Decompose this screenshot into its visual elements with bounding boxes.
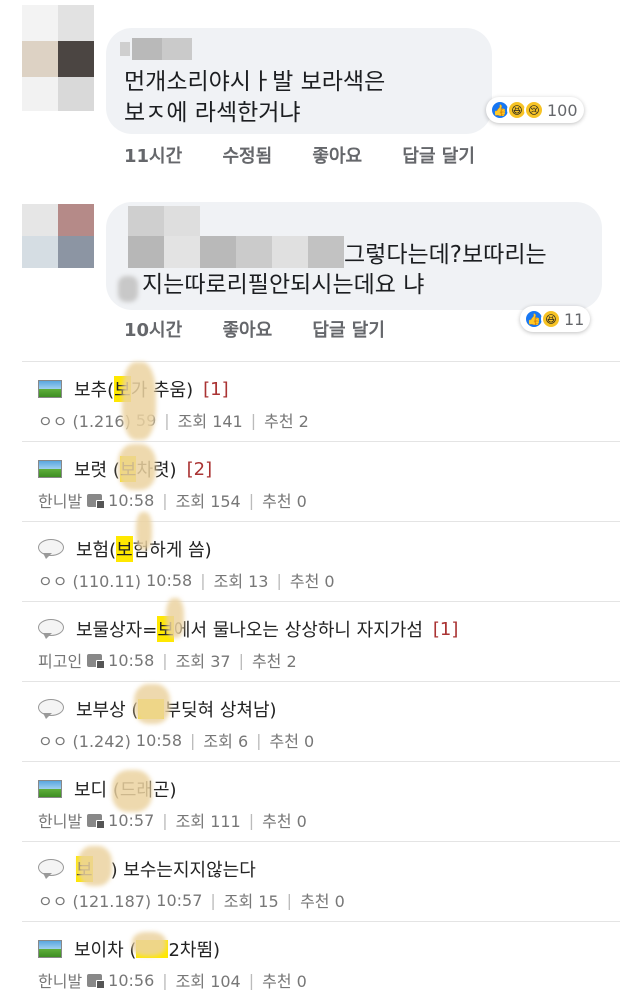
divider xyxy=(22,921,620,922)
post-recommend: 추천 0 xyxy=(262,812,307,831)
post-views: 조회 111 xyxy=(175,812,241,831)
post-recommend: 추천 0 xyxy=(269,732,315,751)
post-title-text[interactable]: 보험( xyxy=(76,536,116,562)
comment-actions: 11시간 수정됨 좋아요 답글 달기 xyxy=(124,142,509,168)
comment-time: 10시간 xyxy=(124,320,183,341)
post-recommend: 추천 0 xyxy=(289,572,335,591)
blurred-name[interactable] xyxy=(128,206,344,268)
sad-icon: 😢 xyxy=(524,100,544,120)
commenter-name[interactable] xyxy=(120,38,192,60)
smudge-overlay xyxy=(134,684,170,724)
post-title-text[interactable]: 보부상 ( xyxy=(76,696,138,722)
smudge-overlay xyxy=(122,362,156,440)
comment-count[interactable]: [2] xyxy=(187,459,213,480)
reaction-count: 11 xyxy=(564,309,585,329)
smudge-overlay xyxy=(166,598,184,638)
image-icon xyxy=(38,780,62,798)
smudge-overlay xyxy=(118,444,156,490)
post-title-rest[interactable]: 에서 물나오는 상상하니 자지가섬 xyxy=(174,616,423,642)
post-author: 한니발 xyxy=(38,492,83,511)
edited-label: 수정됨 xyxy=(222,146,273,167)
member-icon xyxy=(87,653,106,669)
image-icon xyxy=(38,940,62,958)
comment-text-line2: 보ㅈ에 라섹한거냐 xyxy=(124,100,301,126)
post-time: 10:56 xyxy=(108,970,155,990)
post-views: 조회 13 xyxy=(213,572,269,591)
divider xyxy=(22,681,620,682)
reply-button[interactable]: 답글 달기 xyxy=(402,146,475,167)
divider xyxy=(22,521,620,522)
smudge-overlay xyxy=(132,932,166,956)
post-time: 10:57 xyxy=(156,890,203,910)
speech-bubble-icon xyxy=(38,619,64,639)
comment-actions: 10시간 좋아요 답글 달기 xyxy=(124,316,419,342)
reaction-summary[interactable]: 👍 😆 11 xyxy=(520,306,591,332)
post-time: 10:58 xyxy=(146,570,193,590)
divider xyxy=(22,601,620,602)
speech-bubble-icon xyxy=(38,539,64,559)
comment-text-line1: 그렇다는데?보따리는 xyxy=(344,242,547,268)
post-recommend: 추천 0 xyxy=(300,892,345,911)
post-title-text[interactable]: 보렷 ( xyxy=(74,456,120,482)
post-title-text[interactable]: 보추( xyxy=(74,376,114,402)
post-author: 한니발 xyxy=(38,812,83,831)
post-time: 10:58 xyxy=(108,490,155,510)
post-time: 10:58 xyxy=(108,650,155,670)
post-recommend: 추천 0 xyxy=(262,972,307,991)
post-author: ㅇㅇ (121.187) xyxy=(38,892,152,911)
blurred-fragment xyxy=(118,276,138,302)
post-time: 10:58 xyxy=(135,730,183,750)
smudge-overlay xyxy=(78,846,112,886)
post-views: 조회 37 xyxy=(175,652,231,671)
comment-count[interactable]: [1] xyxy=(433,619,459,640)
divider xyxy=(22,841,620,842)
comment-count[interactable]: [1] xyxy=(203,379,229,400)
comment-time: 11시간 xyxy=(124,146,183,167)
comment-text-line2: 지는따로리필안되시는데요 냐 xyxy=(142,272,425,298)
post-views: 조회 141 xyxy=(177,412,243,431)
reaction-count: 100 xyxy=(547,100,578,120)
post-recommend: 추천 0 xyxy=(262,492,307,511)
image-icon xyxy=(38,460,62,478)
like-button[interactable]: 좋아요 xyxy=(312,146,362,167)
highlighted-text: 보 xyxy=(116,536,133,562)
smudge-overlay xyxy=(112,770,152,812)
post-title-rest[interactable]: ) 보수는지지않는다 xyxy=(111,856,256,882)
post-views: 조회 104 xyxy=(175,972,241,991)
smudge-overlay xyxy=(136,512,152,550)
post-title-rest[interactable]: 2차뜀) xyxy=(168,936,220,962)
post-author: 피고인 xyxy=(38,652,83,671)
image-icon xyxy=(38,380,62,398)
like-button[interactable]: 좋아요 xyxy=(222,320,272,341)
post-title-rest[interactable]: 부딪혀 상쳐남) xyxy=(164,696,276,722)
post-author: ㅇㅇ (1.216) xyxy=(38,412,131,431)
divider xyxy=(22,761,620,762)
member-icon xyxy=(87,493,106,509)
post-title-text[interactable]: 보물상자= xyxy=(76,616,157,642)
comment-text-line1: 먼개소리야시ㅏ발 보라색은 xyxy=(124,69,386,95)
post-author: ㅇㅇ (1.242) xyxy=(38,732,131,751)
member-icon xyxy=(87,813,106,829)
post-author: ㅇㅇ (110.11) xyxy=(38,572,141,591)
speech-bubble-icon xyxy=(38,699,64,719)
post-views: 조회 6 xyxy=(203,732,249,751)
post-views: 조회 15 xyxy=(223,892,279,911)
divider xyxy=(22,361,620,362)
reply-button[interactable]: 답글 달기 xyxy=(312,320,385,341)
post-title-text[interactable]: 보이차 ( xyxy=(74,936,136,962)
post-time: 10:57 xyxy=(108,810,155,830)
avatar[interactable] xyxy=(22,5,94,111)
speech-bubble-icon xyxy=(38,859,64,879)
post-author: 한니발 xyxy=(38,972,83,991)
avatar[interactable] xyxy=(22,204,94,268)
divider xyxy=(22,441,620,442)
post-recommend: 추천 2 xyxy=(264,412,309,431)
reaction-summary[interactable]: 👍 😆 😢 100 xyxy=(486,97,584,123)
post-views: 조회 154 xyxy=(175,492,241,511)
post-recommend: 추천 2 xyxy=(251,652,297,671)
haha-icon: 😆 xyxy=(541,309,561,329)
member-icon xyxy=(87,973,106,989)
